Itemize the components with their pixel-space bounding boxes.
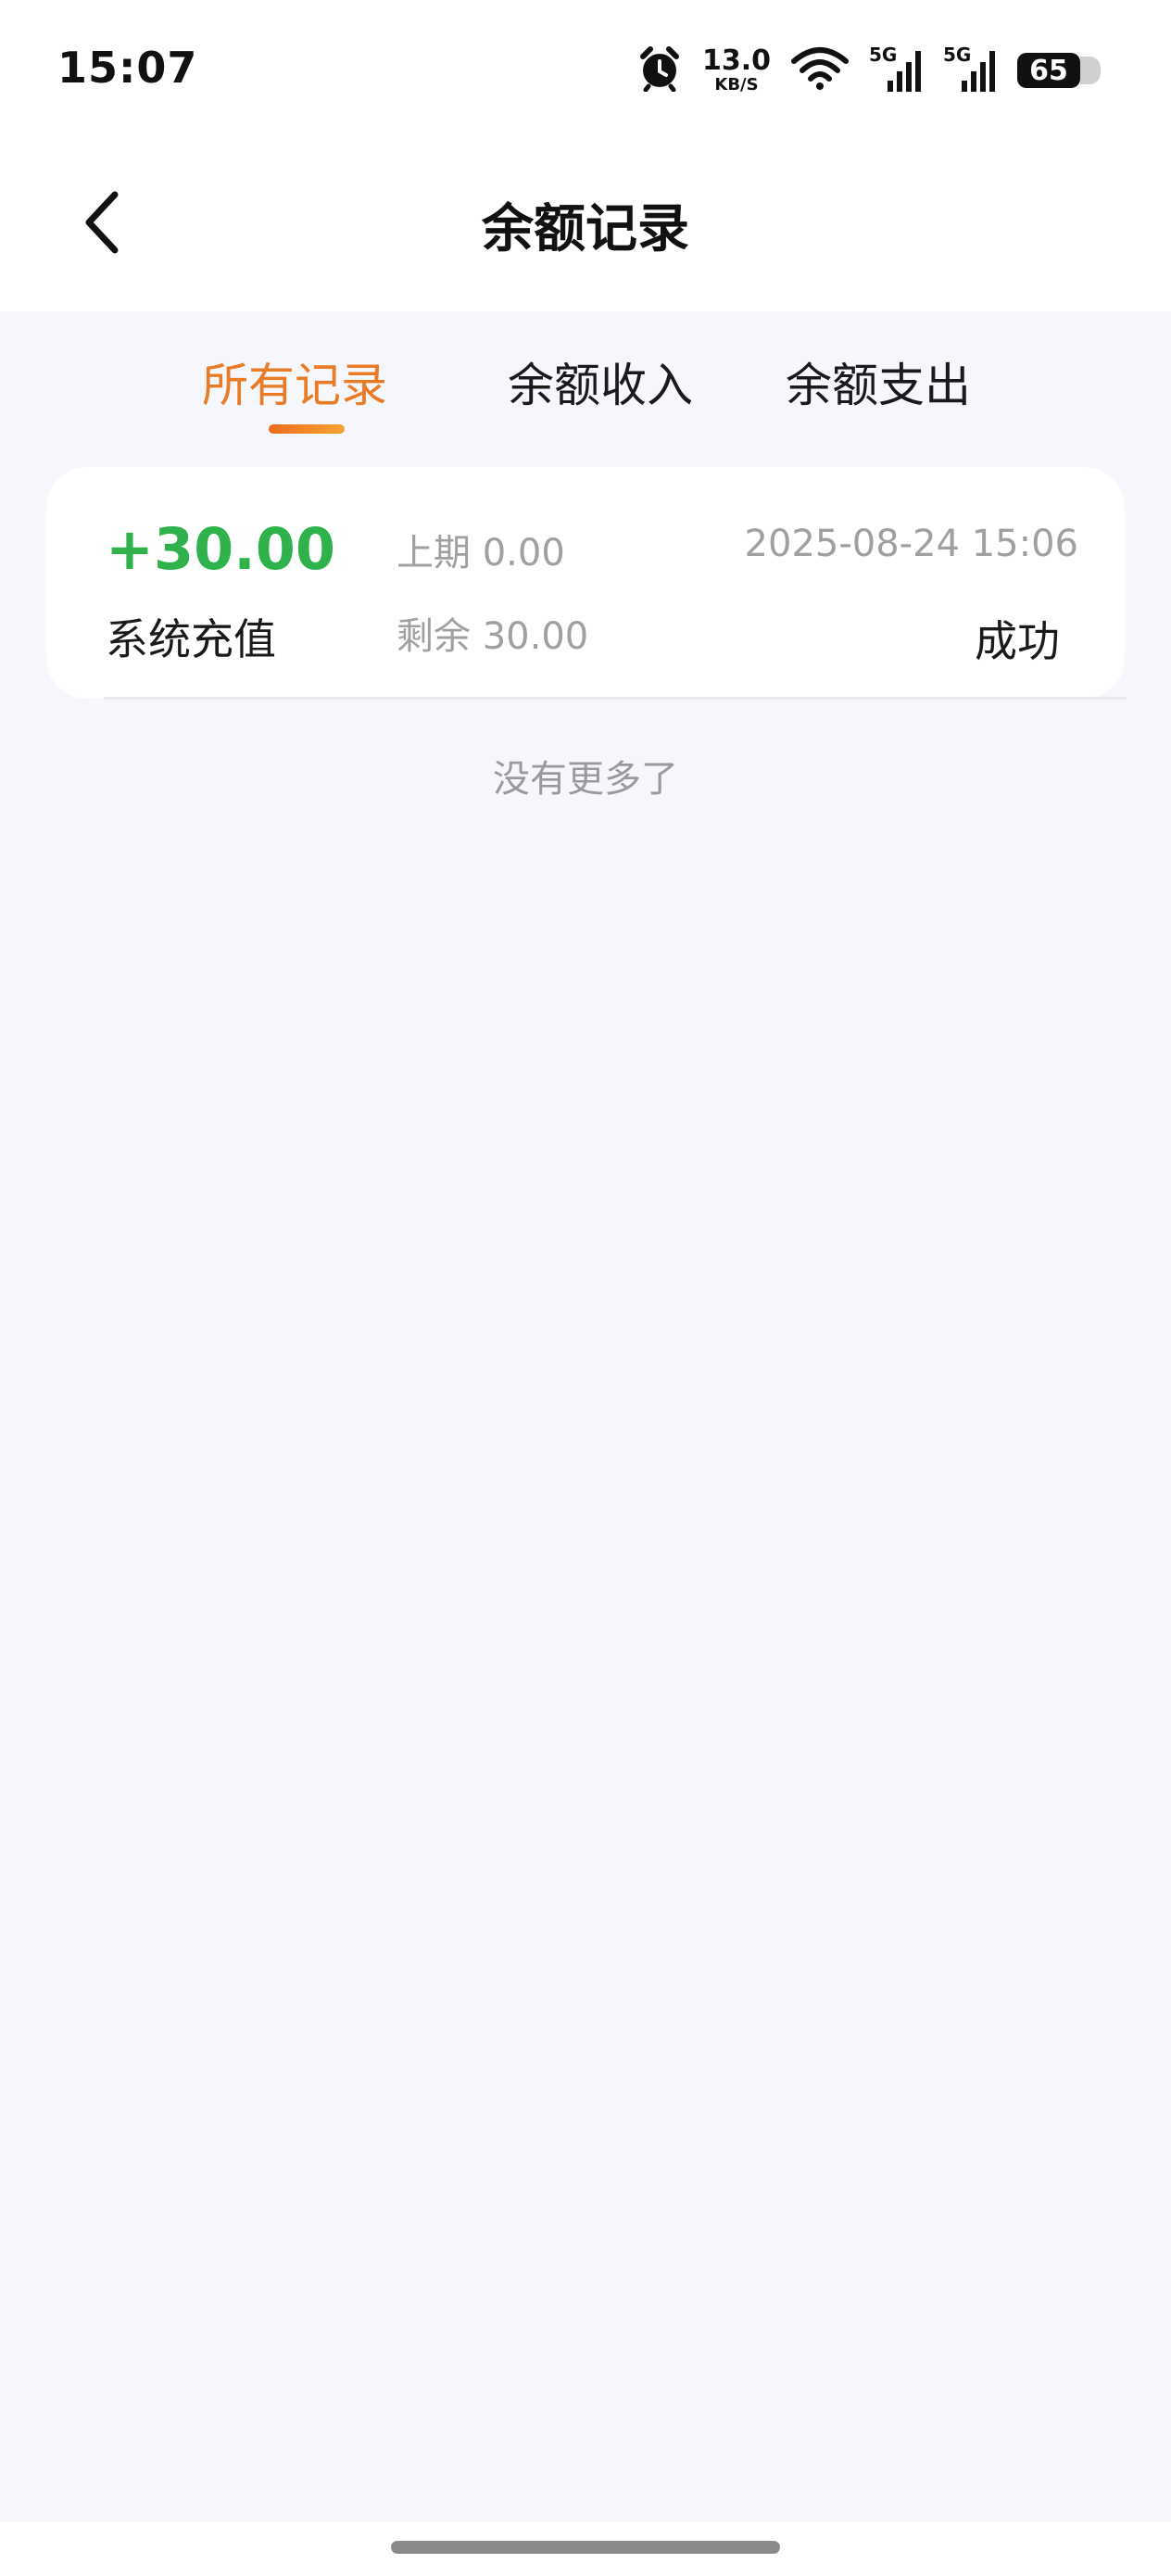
record-status: 成功 [975,616,1060,666]
status-bar: 15:07 13.0 KB/S 5G 5G 65 [0,0,1171,139]
record-type: 系统充值 [106,614,276,664]
bottom-bar [0,2522,1171,2576]
status-time: 15:07 [57,43,198,93]
signal-icon: 5G [869,44,923,94]
tab-all-records[interactable]: 所有记录 [202,348,387,415]
record-card[interactable]: +30.00 系统充值 上期 0.00 剩余 30.00 2025-08-24 … [46,467,1125,699]
record-previous-balance: 上期 0.00 [397,532,565,575]
tab-balance-income[interactable]: 余额收入 [508,348,693,415]
tab-balance-expense[interactable]: 余额支出 [786,348,971,415]
header: 余额记录 [0,139,1171,311]
page-title: 余额记录 [482,199,689,259]
active-tab-indicator [269,424,345,434]
alarm-icon [637,45,682,95]
list-end-text: 没有更多了 [493,758,678,801]
record-remaining-balance: 剩余 30.00 [397,615,589,658]
card-divider [104,697,1127,700]
tab-bar: 所有记录 余额收入 余额支出 [0,311,1171,441]
record-time: 2025-08-24 15:06 [744,523,1078,565]
record-amount: +30.00 [106,515,336,583]
wifi-icon [791,46,849,95]
network-speed: 13.0 KB/S [701,44,771,95]
status-icons: 13.0 KB/S 5G 5G 65 [637,43,1101,98]
battery-icon: 65 [1017,51,1101,90]
home-indicator[interactable] [391,2541,780,2554]
signal-icon: 5G [943,44,997,94]
